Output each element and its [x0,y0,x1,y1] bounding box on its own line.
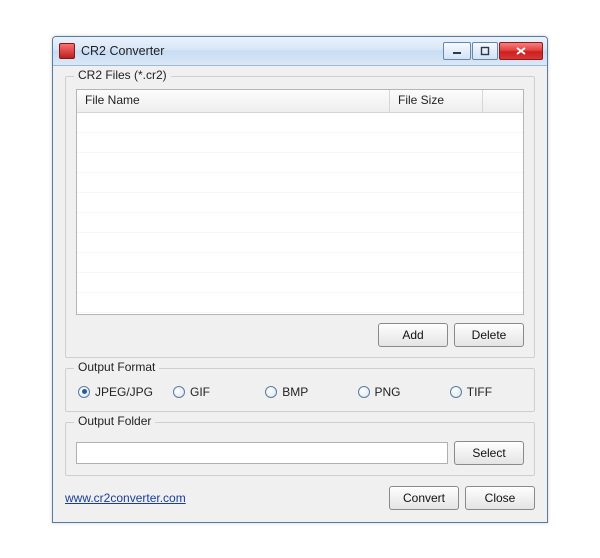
close-button[interactable] [499,42,543,60]
radio-tiff[interactable]: TIFF [450,385,522,399]
file-list-body[interactable] [77,113,523,315]
file-list[interactable]: File Name File Size [76,89,524,315]
client-area: CR2 Files (*.cr2) File Name File Size Ad… [53,66,547,522]
minimize-icon [452,46,462,56]
titlebar[interactable]: CR2 Converter [53,37,547,66]
output-folder-group: Output Folder Select [65,422,535,476]
column-extra[interactable] [483,90,523,112]
window-controls [443,42,543,60]
radio-bmp[interactable]: BMP [265,385,337,399]
radio-png[interactable]: PNG [358,385,430,399]
website-link[interactable]: www.cr2converter.com [65,491,186,505]
radio-label: GIF [190,385,210,399]
radio-icon [173,386,185,398]
output-format-label: Output Format [74,360,159,374]
output-format-group: Output Format JPEG/JPGGIFBMPPNGTIFF [65,368,535,412]
radio-jpegjpg[interactable]: JPEG/JPG [78,385,153,399]
convert-button[interactable]: Convert [389,486,459,510]
app-icon [59,43,75,59]
close-icon [515,46,527,56]
maximize-button[interactable] [472,42,498,60]
app-window: CR2 Converter CR2 Files (*.cr2) File Nam… [52,36,548,523]
file-list-header: File Name File Size [77,90,523,113]
files-group: CR2 Files (*.cr2) File Name File Size Ad… [65,76,535,358]
radio-icon [265,386,277,398]
radio-row: JPEG/JPG GIF BMP PNG TIFF [76,381,524,401]
files-group-label: CR2 Files (*.cr2) [74,68,171,82]
radio-label: BMP [282,385,308,399]
column-file-size[interactable]: File Size [390,90,483,112]
footer-row: www.cr2converter.com Convert Close [65,486,535,510]
radio-label: JPEG/JPG [95,385,153,399]
maximize-icon [480,46,490,56]
radio-label: TIFF [467,385,492,399]
radio-icon [358,386,370,398]
select-folder-button[interactable]: Select [454,441,524,465]
close-app-button[interactable]: Close [465,486,535,510]
minimize-button[interactable] [443,42,471,60]
delete-button[interactable]: Delete [454,323,524,347]
window-title: CR2 Converter [81,44,164,58]
radio-label: PNG [375,385,401,399]
radio-gif[interactable]: GIF [173,385,245,399]
output-folder-label: Output Folder [74,414,155,428]
radio-icon [78,386,90,398]
column-file-name[interactable]: File Name [77,90,390,112]
add-button[interactable]: Add [378,323,448,347]
output-folder-input[interactable] [76,442,448,464]
radio-icon [450,386,462,398]
